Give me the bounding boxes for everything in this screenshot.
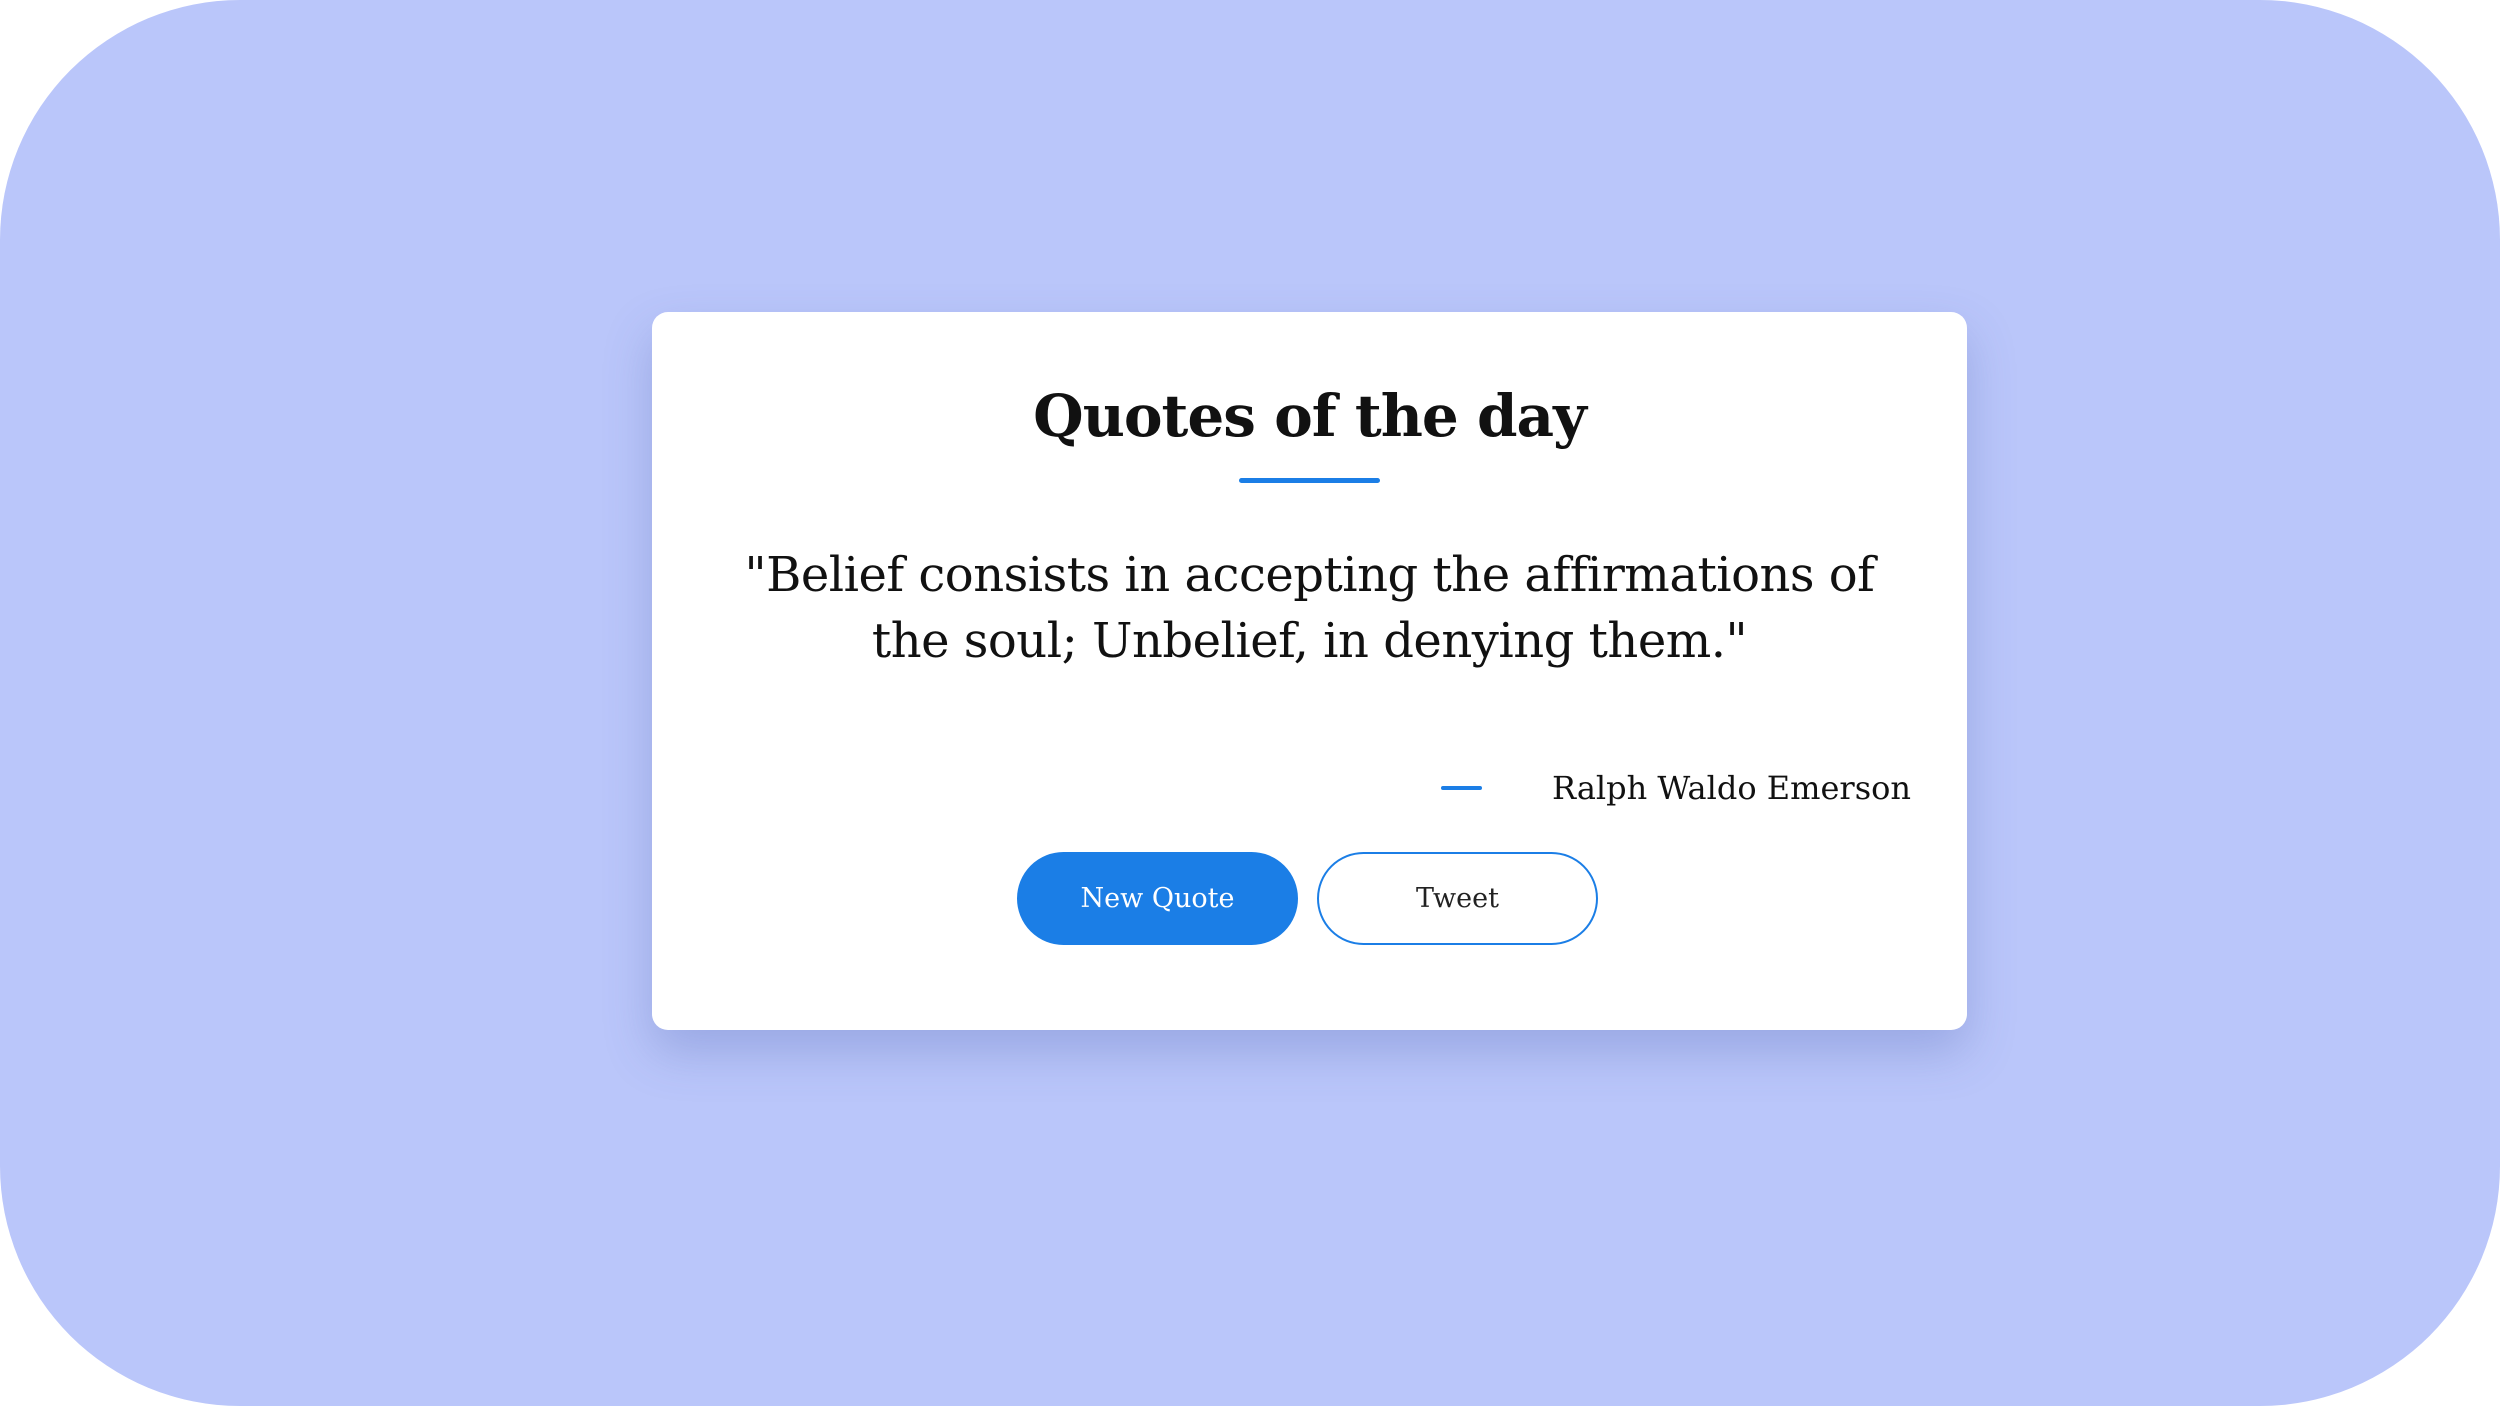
quote-text: "Belief consists in accepting the affirm… <box>744 547 1875 669</box>
page-background: Quotes of the day "Belief consists in ac… <box>0 0 2500 1406</box>
tweet-button[interactable]: Tweet <box>1317 852 1598 945</box>
card-title: Quotes of the day <box>1033 382 1587 450</box>
author-dash <box>1441 786 1482 790</box>
quote-author: Ralph Waldo Emerson <box>1552 769 1911 807</box>
new-quote-button[interactable]: New Quote <box>1017 852 1298 945</box>
title-underline <box>1239 478 1380 483</box>
quote-card: Quotes of the day "Belief consists in ac… <box>652 312 1967 1030</box>
